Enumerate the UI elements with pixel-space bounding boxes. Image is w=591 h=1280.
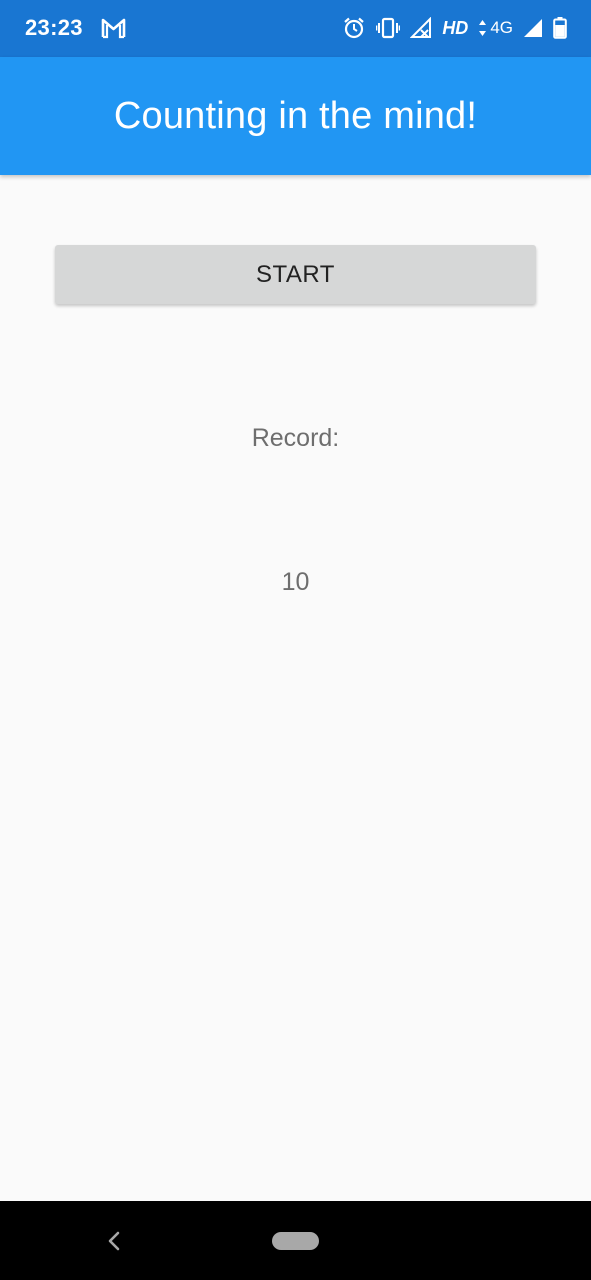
status-icons: HD 4G [342, 14, 567, 42]
home-pill-icon[interactable] [272, 1232, 319, 1250]
record-value: 10 [281, 568, 310, 596]
alarm-icon [342, 16, 366, 40]
navigation-bar [0, 1201, 591, 1280]
battery-icon [553, 17, 567, 39]
network-type: 4G [490, 18, 513, 37]
app-title: Counting in the mind! [113, 94, 478, 137]
back-icon[interactable] [104, 1230, 124, 1252]
app-screen: 23:23 HD 4G Counting in the mind! START … [0, 0, 591, 1280]
gmail-icon [101, 17, 126, 39]
network-indicator: 4G [478, 18, 513, 38]
signal-icon [523, 18, 543, 38]
status-time: 23:23 [25, 15, 83, 40]
data-arrows-icon [478, 19, 487, 37]
app-bar: Counting in the mind! [0, 57, 591, 175]
vibrate-icon [376, 17, 401, 39]
hd-label: HD [442, 17, 469, 38]
record-label: Record: [251, 424, 340, 452]
signal-off-icon [410, 17, 432, 39]
start-button[interactable]: START [55, 245, 536, 304]
status-bar: 23:23 HD 4G [0, 0, 591, 57]
